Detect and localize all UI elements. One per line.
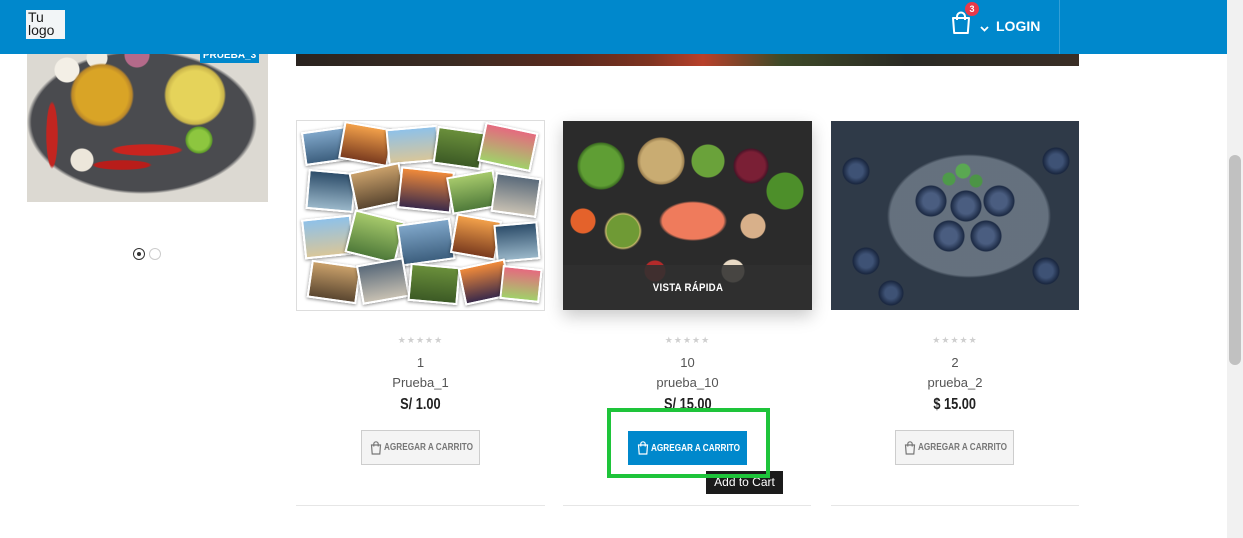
shopping-bag-icon xyxy=(370,440,381,455)
shopping-bag-icon xyxy=(904,440,915,455)
star-icon: ★ xyxy=(968,335,978,345)
collage-photo xyxy=(490,171,542,219)
product-image[interactable] xyxy=(296,120,545,311)
product-name-text[interactable]: prueba_2 xyxy=(928,375,983,390)
product-code: 2 xyxy=(951,355,959,370)
add-to-cart-button[interactable]: AGREGAR A CARRITO xyxy=(361,430,480,465)
chevron-down-icon[interactable] xyxy=(980,19,989,32)
collage-photo xyxy=(396,166,456,214)
logo-line-2: logo xyxy=(28,22,55,38)
collage-photo xyxy=(499,265,543,303)
quick-view-button[interactable]: VISTA RÁPIDA xyxy=(563,265,812,310)
star-icon: ★ xyxy=(701,335,711,345)
star-icon: ★ xyxy=(682,335,693,345)
star-icon: ★ xyxy=(415,335,426,345)
star-icon: ★ xyxy=(673,335,683,345)
product-rating: ★★★★★ xyxy=(831,334,1079,346)
product-price: S/ 1.00 xyxy=(296,395,545,415)
product-card: ★★★★★ 2 prueba_2 $ 15.00 AGREGAR A CARRI… xyxy=(831,0,1079,538)
cart-count-badge: 3 xyxy=(965,2,979,16)
star-icon: ★ xyxy=(397,335,407,345)
product-code: 1 xyxy=(416,355,425,370)
product-price: $ 15.00 xyxy=(831,395,1079,415)
product-price-text: S/ 1.00 xyxy=(400,396,441,413)
quick-view-label: VISTA RÁPIDA xyxy=(652,281,723,294)
product-rating: ★★★★★ xyxy=(563,334,812,346)
star-icon: ★ xyxy=(932,335,942,345)
star-icon: ★ xyxy=(664,335,674,345)
star-icon: ★ xyxy=(692,335,702,345)
collage-photo xyxy=(477,121,539,173)
product-card: ★★★★★ 1 Prueba_1 S/ 1.00 AGREGAR A CARRI… xyxy=(296,0,545,538)
collage-photo xyxy=(306,259,362,305)
login-link[interactable]: LOGIN xyxy=(996,17,1040,35)
collage-photo xyxy=(432,125,486,171)
star-icon: ★ xyxy=(425,335,435,345)
site-header: Tu logo 3 LOGIN xyxy=(0,0,1227,54)
card-divider xyxy=(296,505,545,506)
collage-photo xyxy=(355,257,411,305)
card-divider xyxy=(563,505,811,506)
product-name[interactable]: prueba_10 xyxy=(563,375,812,390)
collage-photo xyxy=(344,209,406,265)
site-logo[interactable]: Tu logo xyxy=(26,10,65,39)
product-image[interactable]: VISTA RÁPIDA xyxy=(563,121,812,310)
product-price-text: $ 15.00 xyxy=(933,396,977,413)
star-icon: ★ xyxy=(434,335,444,345)
product-image[interactable] xyxy=(831,121,1079,310)
collage-photo xyxy=(396,217,456,267)
carousel-dot-2[interactable] xyxy=(149,248,161,260)
sidebar-product-image[interactable] xyxy=(27,40,268,202)
product-name[interactable]: Prueba_1 xyxy=(296,375,545,390)
add-to-cart-label: AGREGAR A CARRITO xyxy=(383,442,473,453)
carousel-dot-1[interactable] xyxy=(133,248,145,260)
header-divider xyxy=(1059,0,1060,54)
product-name-text[interactable]: prueba_10 xyxy=(656,375,718,390)
add-to-cart-label: AGREGAR A CARRITO xyxy=(917,442,1007,453)
product-rating: ★★★★★ xyxy=(296,334,545,346)
star-icon: ★ xyxy=(406,335,416,345)
collage-photo xyxy=(493,221,541,263)
card-divider xyxy=(831,505,1079,506)
scrollbar-thumb[interactable] xyxy=(1229,155,1241,365)
product-code: 10 xyxy=(680,355,695,370)
collage-photo xyxy=(407,262,461,306)
product-name[interactable]: prueba_2 xyxy=(831,375,1079,390)
star-icon: ★ xyxy=(959,335,969,345)
highlight-box xyxy=(607,408,770,478)
star-icon: ★ xyxy=(950,335,960,345)
product-name-text[interactable]: Prueba_1 xyxy=(392,375,448,390)
add-to-cart-button[interactable]: AGREGAR A CARRITO xyxy=(895,430,1014,465)
